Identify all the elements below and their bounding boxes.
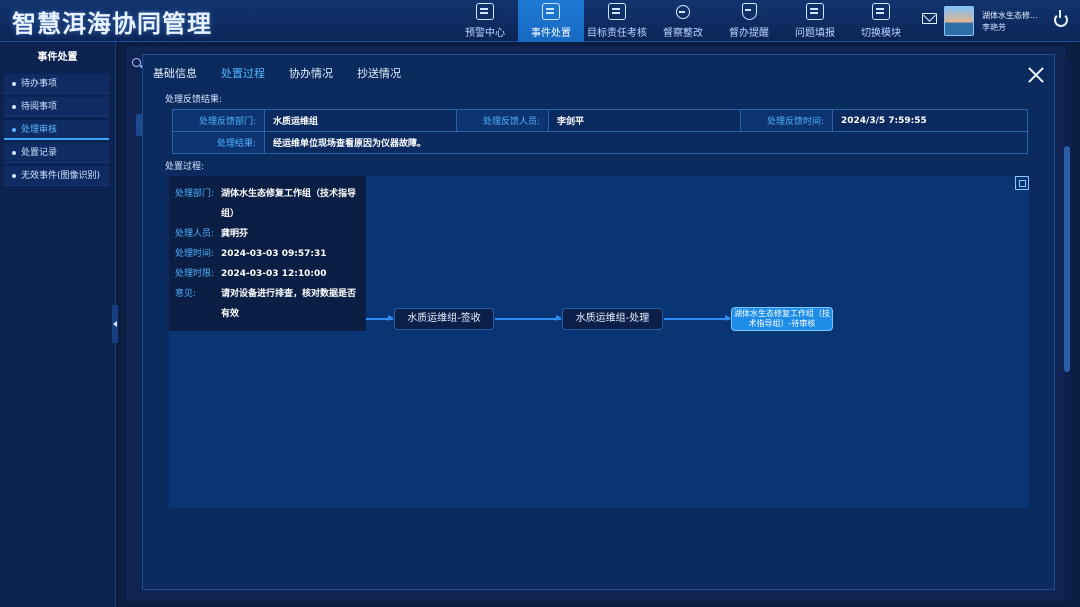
nav-label: 切换模块 <box>861 28 901 39</box>
nav-label: 督察整改 <box>663 28 703 39</box>
feedback-section-label: 处理反馈结果: <box>165 95 223 105</box>
nav-issue-report[interactable]: 问题填报 <box>782 0 848 42</box>
tooltip-row: 处理部门: 湖体水生态修复工作组（技术指导组） <box>175 184 360 224</box>
sidebar-item-label: 处理审核 <box>21 125 58 135</box>
table-row: 处理反馈部门: 水质运维组 处理反馈人员: 李剑平 处理反馈时间: 2024/3… <box>172 109 1028 132</box>
tab-cc[interactable]: 抄送情况 <box>357 65 401 81</box>
scrollbar-thumb[interactable] <box>1064 146 1070 372</box>
nav-event-handling[interactable]: 事件处置 <box>518 0 584 42</box>
fullscreen-icon[interactable] <box>1015 176 1029 190</box>
shield-icon <box>741 3 757 20</box>
flow-arrow <box>495 315 562 321</box>
tab-basic-info[interactable]: 基础信息 <box>153 65 197 81</box>
tooltip-deadline-value: 2024-03-03 12:10:00 <box>221 269 327 279</box>
top-header: 智慧洱海协同管理 预警中心 事件处置 目标责任考核 督察整改 督办提醒 问题填报 <box>0 0 1080 42</box>
nav-label: 事件处置 <box>531 28 571 39</box>
tooltip-row: 处理人员: 龚明芬 <box>175 224 360 244</box>
feedback-result-value: 经运维单位现场查看原因为仪器故障。 <box>264 131 1028 154</box>
tab-process[interactable]: 处置过程 <box>221 65 265 81</box>
tooltip-time-value: 2024-03-03 09:57:31 <box>221 249 327 259</box>
bullet-icon <box>12 173 16 178</box>
flow-node-review[interactable]: 湖体水生态修复工作组（技术指导组）-待审核 <box>731 307 833 331</box>
sidebar-item-label: 待办事项 <box>21 79 58 89</box>
nav-label: 督办提醒 <box>729 28 769 39</box>
avatar[interactable] <box>944 6 974 36</box>
person-icon <box>676 5 690 19</box>
sidebar-item-label: 处置记录 <box>21 148 58 158</box>
detail-modal: 基础信息 处置过程 协办情况 抄送情况 处理反馈结果: 处理反馈部门: 水质运维… <box>142 54 1055 590</box>
user-name: 李艳芳 <box>982 23 1006 32</box>
nav-label: 问题填报 <box>795 28 835 39</box>
tooltip-dept-value: 湖体水生态修复工作组（技术指导组） <box>221 189 357 219</box>
sidebar: 事件处置 待办事项 待阅事项 处理审核 处置记录 无效事件(图像识别) <box>0 42 116 607</box>
mail-icon[interactable] <box>922 13 937 24</box>
flow-node-sign[interactable]: 水质运维组-签收 <box>394 308 494 330</box>
flow-node-process[interactable]: 水质运维组-处理 <box>562 308 663 330</box>
bullet-icon <box>12 81 16 86</box>
sidebar-item-invalid[interactable]: 无效事件(图像识别) <box>4 166 109 186</box>
close-button[interactable] <box>1028 67 1044 83</box>
node-tooltip: 处理部门: 湖体水生态修复工作组（技术指导组） 处理人员: 龚明芬 处理时间: … <box>169 176 366 331</box>
nav-warning-center[interactable]: 预警中心 <box>452 0 518 42</box>
upload-icon <box>806 3 824 20</box>
user-org: 湖体水生态修... <box>982 11 1038 20</box>
search-icon[interactable] <box>132 58 141 67</box>
process-flow-canvas: 处理部门: 湖体水生态修复工作组（技术指导组） 处理人员: 龚明芬 处理时间: … <box>169 176 1029 508</box>
nav-inspection[interactable]: 督察整改 <box>650 0 716 42</box>
feedback-person-label: 处理反馈人员: <box>456 109 549 132</box>
switch-icon <box>872 3 890 20</box>
nav-label: 目标责任考核 <box>587 28 647 39</box>
nav-supervision-reminder[interactable]: 督办提醒 <box>716 0 782 42</box>
sidebar-item-label: 待阅事项 <box>21 102 58 112</box>
feedback-time-value: 2024/3/5 7:59:55 <box>832 109 1028 132</box>
clipboard-icon <box>542 3 560 20</box>
sidebar-item-todo[interactable]: 待办事项 <box>4 74 109 94</box>
sidebar-item-label: 无效事件(图像识别) <box>21 171 101 181</box>
feedback-person-value: 李剑平 <box>548 109 741 132</box>
app-title: 智慧洱海协同管理 <box>12 10 212 38</box>
tooltip-row: 意见: 请对设备进行排查，核对数据是否有效 <box>175 284 360 324</box>
tooltip-row: 处理时限: 2024-03-03 12:10:00 <box>175 264 360 284</box>
tooltip-time-label: 处理时间: <box>175 249 215 259</box>
bullet-icon <box>12 150 16 155</box>
top-nav: 预警中心 事件处置 目标责任考核 督察整改 督办提醒 问题填报 切换模块 <box>452 0 914 42</box>
nav-target-assessment[interactable]: 目标责任考核 <box>584 0 650 42</box>
tooltip-row: 处理时间: 2024-03-03 09:57:31 <box>175 244 360 264</box>
tooltip-person-label: 处理人员: <box>175 229 215 239</box>
tab-coordination[interactable]: 协办情况 <box>289 65 333 81</box>
table-row: 处理结果: 经运维单位现场查看原因为仪器故障。 <box>172 131 1028 154</box>
sidebar-title: 事件处置 <box>37 52 78 63</box>
tooltip-opinion-value: 请对设备进行排查，核对数据是否有效 <box>221 289 357 319</box>
feedback-time-label: 处理反馈时间: <box>740 109 833 132</box>
tooltip-dept-label: 处理部门: <box>175 189 215 199</box>
modal-tabs: 基础信息 处置过程 协办情况 抄送情况 <box>153 65 401 81</box>
feedback-dept-label: 处理反馈部门: <box>172 109 265 132</box>
sidebar-item-records[interactable]: 处置记录 <box>4 143 109 163</box>
flow-arrow <box>366 315 394 321</box>
tooltip-opinion-label: 意见: <box>175 289 197 299</box>
power-icon[interactable] <box>1054 10 1068 27</box>
tooltip-deadline-label: 处理时限: <box>175 269 215 279</box>
tooltip-person-value: 龚明芬 <box>221 229 249 239</box>
process-section-label: 处置过程: <box>165 162 205 172</box>
monitor-icon <box>476 3 494 20</box>
flow-arrow <box>664 315 731 321</box>
feedback-dept-value: 水质运维组 <box>264 109 457 132</box>
feedback-result-label: 处理结果: <box>172 131 265 154</box>
nav-switch-module[interactable]: 切换模块 <box>848 0 914 42</box>
checklist-icon <box>608 3 626 20</box>
sidebar-item-review[interactable]: 处理审核 <box>4 120 109 140</box>
sidebar-item-toread[interactable]: 待阅事项 <box>4 97 109 117</box>
feedback-table: 处理反馈部门: 水质运维组 处理反馈人员: 李剑平 处理反馈时间: 2024/3… <box>172 109 1028 154</box>
bullet-icon <box>12 104 16 109</box>
nav-label: 预警中心 <box>465 28 505 39</box>
bullet-icon <box>12 127 16 132</box>
